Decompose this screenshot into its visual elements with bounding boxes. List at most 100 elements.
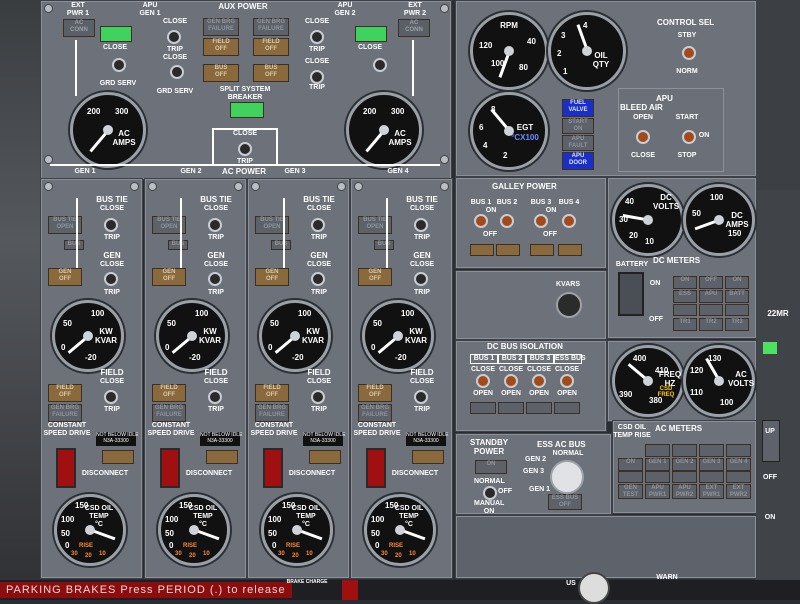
ess-ac-bus-selector[interactable] — [550, 460, 584, 494]
bus-tie-switch[interactable] — [208, 218, 222, 232]
csd-oil-temp-gauge: 150 100 50 0 CSD OIL TEMP °C RISE 30 20 10 — [364, 494, 436, 566]
trip-label: TRIP — [104, 289, 120, 296]
screw — [440, 4, 449, 13]
apu-title: APU — [656, 94, 673, 103]
galley-bus-switch-3[interactable] — [534, 214, 548, 228]
dc-meter-button[interactable]: TR1 — [673, 318, 697, 331]
ac-meter-button-upper[interactable] — [672, 444, 697, 457]
ac-meter-button-mid[interactable] — [699, 471, 724, 483]
tick-label: 100 — [195, 309, 209, 318]
kw-kvar-gauge: 50 100 0 -20 KW KVAR — [156, 300, 228, 372]
ac-meter-button-upper[interactable] — [699, 444, 724, 457]
bleed-air-switch[interactable] — [636, 130, 650, 144]
oil-qty-label: OIL QTY — [592, 51, 610, 69]
ac-meter-button-mid[interactable] — [726, 471, 751, 483]
tick-label: 150 — [728, 229, 742, 238]
ac-meter-button[interactable]: APU PWR1 — [645, 484, 670, 499]
ac-meter-button[interactable]: GEN 1 — [645, 458, 670, 471]
manual-on-label: MANUAL ON — [474, 500, 505, 515]
open-label: OPEN — [501, 390, 521, 397]
ac-meter-button-mid[interactable] — [645, 471, 670, 483]
field-switch[interactable] — [104, 390, 118, 404]
tick-label: 2 — [557, 49, 562, 58]
gen-breaker-switch[interactable] — [311, 272, 325, 286]
ac-meter-button-upper[interactable] — [645, 444, 670, 457]
right-switch-box[interactable] — [762, 420, 780, 462]
ac-meter-button-upper[interactable] — [726, 444, 751, 457]
apu-gen2-close-switch[interactable] — [310, 70, 324, 84]
ac-meter-button[interactable]: GEN 2 — [672, 458, 697, 471]
dc-meter-button[interactable]: TR2 — [699, 318, 723, 331]
dc-meter-button-lower[interactable] — [725, 304, 749, 316]
apu-gen1-breaker-switch[interactable] — [167, 30, 181, 44]
apu-gen2-breaker-switch[interactable] — [310, 30, 324, 44]
gen-brg-failure-light: GEN BRG FAILURE — [152, 404, 186, 422]
dc-iso-switch-4[interactable] — [560, 374, 574, 388]
grd-serv-switch[interactable] — [112, 58, 126, 72]
not-below-idle-label: NOT BELOW IDLE N3A-33300 — [406, 432, 449, 446]
dc-meter-button-status[interactable]: OFF — [699, 276, 723, 289]
gen-breaker-switch[interactable] — [414, 272, 428, 286]
open-label: OPEN — [557, 390, 577, 397]
dc-meter-button-status[interactable]: ON — [725, 276, 749, 289]
galley-bus-switch-4[interactable] — [562, 214, 576, 228]
ext-pwr2-switch[interactable] — [373, 58, 387, 72]
ac-meter-button[interactable]: EXT PWR2 — [726, 484, 751, 499]
ac-meter-button[interactable]: ON — [618, 458, 643, 471]
ac-meter-button[interactable]: APU PWR2 — [672, 484, 697, 499]
battery-switch[interactable] — [618, 272, 644, 316]
dc-meter-button-status[interactable]: ON — [673, 276, 697, 289]
galley-bus-switch-2[interactable] — [500, 214, 514, 228]
ext-pwr2-ac-conn-light[interactable]: AC CONN — [398, 19, 430, 37]
dc-iso-switch-3[interactable] — [532, 374, 546, 388]
field-switch[interactable] — [311, 390, 325, 404]
close-label: CLOSE — [470, 366, 496, 373]
ac-meter-button[interactable]: GEN TEST — [618, 484, 643, 499]
field-switch[interactable] — [414, 390, 428, 404]
control-sel-switch[interactable] — [682, 46, 696, 60]
gen-breaker-switch[interactable] — [104, 272, 118, 286]
bus-tie-switch[interactable] — [311, 218, 325, 232]
ac-meter-button[interactable]: GEN 3 — [699, 458, 724, 471]
field-off-light: FIELD OFF — [48, 384, 82, 402]
kvars-selector-knob[interactable] — [556, 292, 582, 318]
dc-iso-light-3 — [526, 402, 552, 414]
bus-tie-switch[interactable] — [414, 218, 428, 232]
close-label: CLOSE — [409, 261, 435, 268]
grd-serv-switch-2[interactable] — [170, 65, 184, 79]
ess-bus-off-light: ESS BUS OFF — [548, 494, 582, 510]
galley-power-title: GALLEY POWER — [492, 182, 557, 191]
csd-disconnect-lever[interactable] — [263, 448, 283, 488]
ac-power-split-switch[interactable] — [238, 142, 252, 156]
gen-breaker-switch[interactable] — [208, 272, 222, 286]
ac-volts-gauge: 130 120 110 100 AC VOLTS — [683, 345, 755, 417]
tick-label: 0 — [371, 343, 376, 352]
standby-power-switch[interactable] — [483, 486, 497, 500]
dc-meter-button[interactable]: TR3 — [725, 318, 749, 331]
dc-meter-button[interactable]: APU — [699, 290, 723, 303]
dc-iso-switch-1[interactable] — [476, 374, 490, 388]
csd-disconnect-lever[interactable] — [366, 448, 386, 488]
ac-meter-button-mid[interactable] — [672, 471, 697, 483]
galley-bus-switch-1[interactable] — [474, 214, 488, 228]
field-switch[interactable] — [208, 390, 222, 404]
bus-tie-switch[interactable] — [104, 218, 118, 232]
dc-meter-button[interactable]: BATT — [725, 290, 749, 303]
dc-meter-button-lower[interactable] — [699, 304, 723, 316]
gen-brg-failure-light-1: GEN BRG FAILURE — [203, 18, 239, 36]
field-label: FIELD — [307, 368, 331, 377]
ac-meter-button[interactable]: EXT PWR1 — [699, 484, 724, 499]
tick-label: 30 — [71, 551, 78, 557]
standby-on-light: ON — [475, 460, 507, 474]
dc-meter-button[interactable]: ESS — [673, 290, 697, 303]
apu-gen2-light — [355, 26, 387, 42]
ac-meter-button-mid[interactable] — [618, 471, 643, 483]
csd-disconnect-lever[interactable] — [56, 448, 76, 488]
dc-iso-switch-2[interactable] — [504, 374, 518, 388]
csd-disconnect-lever[interactable] — [160, 448, 180, 488]
ext-pwr1-ac-conn-light[interactable]: AC CONN — [63, 19, 95, 37]
tick-label: 400 — [633, 354, 647, 363]
ac-meter-button[interactable]: GEN 4 — [726, 458, 751, 471]
dc-meter-button-lower[interactable] — [673, 304, 697, 316]
brake-knob[interactable] — [342, 580, 358, 600]
